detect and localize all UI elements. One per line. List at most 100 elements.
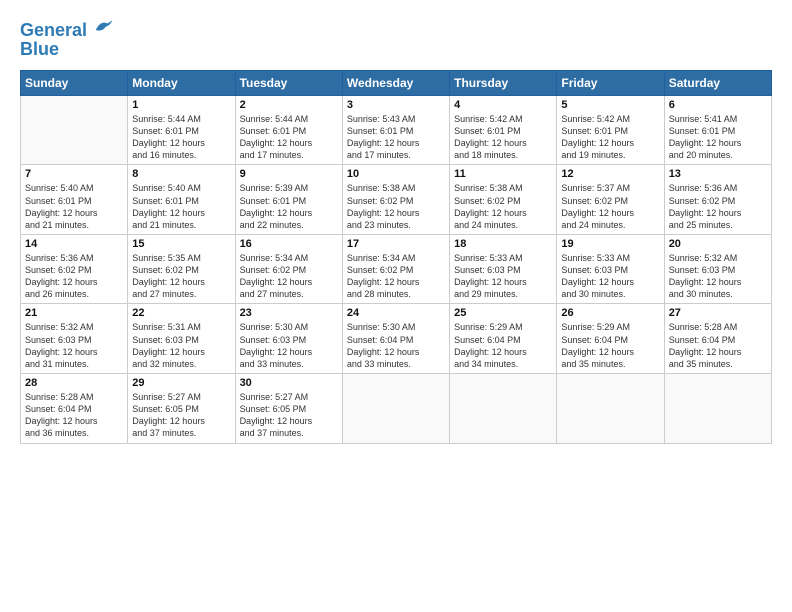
- day-number: 3: [347, 99, 445, 111]
- calendar-week-row: 14Sunrise: 5:36 AM Sunset: 6:02 PM Dayli…: [21, 234, 772, 304]
- day-number: 7: [25, 168, 123, 180]
- calendar-day-cell: 20 Sunrise: 5:32 AM Sunset: 6:03 PM Dayli…: [664, 234, 771, 304]
- day-number: 18: [454, 238, 552, 250]
- calendar-day-cell: 8Sunrise: 5:40 AM Sunset: 6:01 PM Daylig…: [128, 165, 235, 235]
- day-info: Sunrise: 5:36 AM Sunset: 6:02 PM Dayligh…: [669, 182, 767, 231]
- day-info: Sunrise: 5:43 AM Sunset: 6:01 PM Dayligh…: [347, 113, 445, 162]
- day-info: Sunrise: 5:29 AM Sunset: 6:04 PM Dayligh…: [561, 321, 659, 370]
- calendar-day-cell: [450, 374, 557, 444]
- calendar-week-row: 21Sunrise: 5:32 AM Sunset: 6:03 PM Dayli…: [21, 304, 772, 374]
- day-number: 21: [25, 307, 123, 319]
- calendar-day-cell: 7 Sunrise: 5:40 AM Sunset: 6:01 PM Daylig…: [21, 165, 128, 235]
- day-info: Sunrise: 5:30 AM Sunset: 6:04 PM Dayligh…: [347, 321, 445, 370]
- day-info: Sunrise: 5:32 AM Sunset: 6:03 PM Dayligh…: [669, 252, 767, 301]
- day-info: Sunrise: 5:38 AM Sunset: 6:02 PM Dayligh…: [454, 182, 552, 231]
- calendar-week-row: 7 Sunrise: 5:40 AM Sunset: 6:01 PM Daylig…: [21, 165, 772, 235]
- calendar-day-cell: 1 Sunrise: 5:44 AM Sunset: 6:01 PM Daylig…: [128, 95, 235, 165]
- calendar-day-cell: 13 Sunrise: 5:36 AM Sunset: 6:02 PM Dayli…: [664, 165, 771, 235]
- day-info: Sunrise: 5:33 AM Sunset: 6:03 PM Dayligh…: [561, 252, 659, 301]
- calendar-day-cell: 29 Sunrise: 5:27 AM Sunset: 6:05 PM Dayli…: [128, 374, 235, 444]
- day-number: 24: [347, 307, 445, 319]
- day-info: Sunrise: 5:41 AM Sunset: 6:01 PM Dayligh…: [669, 113, 767, 162]
- day-number: 19: [561, 238, 659, 250]
- calendar-day-cell: 28 Sunrise: 5:28 AM Sunset: 6:04 PM Dayli…: [21, 374, 128, 444]
- calendar-day-cell: 24 Sunrise: 5:30 AM Sunset: 6:04 PM Dayli…: [342, 304, 449, 374]
- logo: General Blue: [20, 16, 114, 60]
- day-number: 15: [132, 238, 230, 250]
- day-number: 22: [132, 307, 230, 319]
- day-info: Sunrise: 5:31 AM Sunset: 6:03 PM Dayligh…: [132, 321, 230, 370]
- calendar-day-header: Monday: [128, 70, 235, 95]
- day-number: 1: [132, 99, 230, 111]
- calendar-day-cell: [21, 95, 128, 165]
- day-info: Sunrise: 5:33 AM Sunset: 6:03 PM Dayligh…: [454, 252, 552, 301]
- calendar-day-cell: 4Sunrise: 5:42 AM Sunset: 6:01 PM Daylig…: [450, 95, 557, 165]
- day-number: 29: [132, 377, 230, 389]
- day-number: 26: [561, 307, 659, 319]
- calendar-day-header: Sunday: [21, 70, 128, 95]
- day-info: Sunrise: 5:38 AM Sunset: 6:02 PM Dayligh…: [347, 182, 445, 231]
- day-number: 30: [240, 377, 338, 389]
- calendar-day-cell: 3 Sunrise: 5:43 AM Sunset: 6:01 PM Daylig…: [342, 95, 449, 165]
- day-info: Sunrise: 5:39 AM Sunset: 6:01 PM Dayligh…: [240, 182, 338, 231]
- calendar-day-cell: 10Sunrise: 5:38 AM Sunset: 6:02 PM Dayli…: [342, 165, 449, 235]
- day-number: 13: [669, 168, 767, 180]
- calendar-day-cell: 12 Sunrise: 5:37 AM Sunset: 6:02 PM Dayli…: [557, 165, 664, 235]
- logo-text: General: [20, 16, 114, 41]
- calendar-day-cell: 30 Sunrise: 5:27 AM Sunset: 6:05 PM Dayli…: [235, 374, 342, 444]
- calendar-day-cell: 16 Sunrise: 5:34 AM Sunset: 6:02 PM Dayli…: [235, 234, 342, 304]
- day-number: 2: [240, 99, 338, 111]
- day-number: 17: [347, 238, 445, 250]
- calendar-day-header: Tuesday: [235, 70, 342, 95]
- calendar-day-cell: [342, 374, 449, 444]
- calendar-day-cell: 27Sunrise: 5:28 AM Sunset: 6:04 PM Dayli…: [664, 304, 771, 374]
- calendar-day-cell: 25Sunrise: 5:29 AM Sunset: 6:04 PM Dayli…: [450, 304, 557, 374]
- day-info: Sunrise: 5:28 AM Sunset: 6:04 PM Dayligh…: [25, 391, 123, 440]
- calendar-day-cell: [664, 374, 771, 444]
- calendar-day-cell: 18 Sunrise: 5:33 AM Sunset: 6:03 PM Dayli…: [450, 234, 557, 304]
- day-info: Sunrise: 5:27 AM Sunset: 6:05 PM Dayligh…: [132, 391, 230, 440]
- day-info: Sunrise: 5:40 AM Sunset: 6:01 PM Dayligh…: [25, 182, 123, 231]
- calendar-day-cell: 5 Sunrise: 5:42 AM Sunset: 6:01 PM Daylig…: [557, 95, 664, 165]
- day-number: 4: [454, 99, 552, 111]
- calendar-day-cell: 22 Sunrise: 5:31 AM Sunset: 6:03 PM Dayli…: [128, 304, 235, 374]
- logo-general: General: [20, 20, 87, 40]
- day-info: Sunrise: 5:34 AM Sunset: 6:02 PM Dayligh…: [240, 252, 338, 301]
- day-number: 5: [561, 99, 659, 111]
- calendar-header-row: SundayMondayTuesdayWednesdayThursdayFrid…: [21, 70, 772, 95]
- calendar-week-row: 28 Sunrise: 5:28 AM Sunset: 6:04 PM Dayli…: [21, 374, 772, 444]
- day-info: Sunrise: 5:34 AM Sunset: 6:02 PM Dayligh…: [347, 252, 445, 301]
- calendar-week-row: 1 Sunrise: 5:44 AM Sunset: 6:01 PM Daylig…: [21, 95, 772, 165]
- day-info: Sunrise: 5:42 AM Sunset: 6:01 PM Dayligh…: [561, 113, 659, 162]
- day-info: Sunrise: 5:35 AM Sunset: 6:02 PM Dayligh…: [132, 252, 230, 301]
- day-info: Sunrise: 5:27 AM Sunset: 6:05 PM Dayligh…: [240, 391, 338, 440]
- calendar-day-cell: 26 Sunrise: 5:29 AM Sunset: 6:04 PM Dayli…: [557, 304, 664, 374]
- calendar-day-cell: 9 Sunrise: 5:39 AM Sunset: 6:01 PM Daylig…: [235, 165, 342, 235]
- day-info: Sunrise: 5:30 AM Sunset: 6:03 PM Dayligh…: [240, 321, 338, 370]
- page: General Blue SundayMondayTuesdayWednesda…: [0, 0, 792, 612]
- calendar-day-cell: 17 Sunrise: 5:34 AM Sunset: 6:02 PM Dayli…: [342, 234, 449, 304]
- calendar-day-cell: 6 Sunrise: 5:41 AM Sunset: 6:01 PM Daylig…: [664, 95, 771, 165]
- day-number: 6: [669, 99, 767, 111]
- calendar-day-header: Wednesday: [342, 70, 449, 95]
- day-number: 9: [240, 168, 338, 180]
- day-info: Sunrise: 5:44 AM Sunset: 6:01 PM Dayligh…: [240, 113, 338, 162]
- calendar-day-header: Saturday: [664, 70, 771, 95]
- day-info: Sunrise: 5:29 AM Sunset: 6:04 PM Dayligh…: [454, 321, 552, 370]
- day-info: Sunrise: 5:37 AM Sunset: 6:02 PM Dayligh…: [561, 182, 659, 231]
- calendar-day-cell: 14Sunrise: 5:36 AM Sunset: 6:02 PM Dayli…: [21, 234, 128, 304]
- calendar-day-cell: 23 Sunrise: 5:30 AM Sunset: 6:03 PM Dayli…: [235, 304, 342, 374]
- day-number: 12: [561, 168, 659, 180]
- calendar-day-cell: 2 Sunrise: 5:44 AM Sunset: 6:01 PM Daylig…: [235, 95, 342, 165]
- calendar-day-header: Friday: [557, 70, 664, 95]
- day-number: 16: [240, 238, 338, 250]
- calendar-table: SundayMondayTuesdayWednesdayThursdayFrid…: [20, 70, 772, 444]
- day-number: 23: [240, 307, 338, 319]
- calendar-day-header: Thursday: [450, 70, 557, 95]
- logo-blue: Blue: [20, 39, 114, 60]
- calendar-day-cell: 15 Sunrise: 5:35 AM Sunset: 6:02 PM Dayli…: [128, 234, 235, 304]
- day-info: Sunrise: 5:44 AM Sunset: 6:01 PM Dayligh…: [132, 113, 230, 162]
- day-number: 27: [669, 307, 767, 319]
- day-number: 20: [669, 238, 767, 250]
- day-number: 28: [25, 377, 123, 389]
